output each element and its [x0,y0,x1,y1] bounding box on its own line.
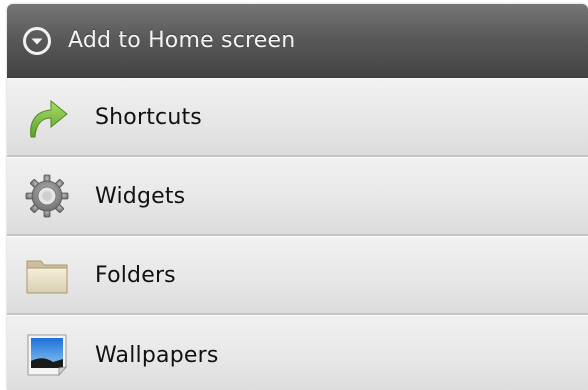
list-item-label: Widgets [95,183,186,209]
wallpaper-icon [21,329,73,381]
dialog-title-bar: Add to Home screen [7,4,588,78]
list-item-wallpapers[interactable]: Wallpapers [7,315,588,390]
option-list: Shortcuts Widgets Folders Wallpapers [7,78,588,390]
list-item-shortcuts[interactable]: Shortcuts [7,78,588,157]
gear-icon [21,170,73,222]
list-item-widgets[interactable]: Widgets [7,157,588,236]
list-item-label: Shortcuts [95,104,202,130]
shortcut-arrow-icon [21,91,73,143]
dialog-title: Add to Home screen [68,28,296,53]
add-to-home-dialog: Add to Home screen Shortcuts Widgets Fol… [7,4,588,390]
list-item-label: Folders [95,262,176,288]
chevron-down-circle-icon[interactable] [22,26,52,56]
list-item-label: Wallpapers [95,342,219,368]
folder-icon [21,249,73,301]
list-item-folders[interactable]: Folders [7,236,588,315]
